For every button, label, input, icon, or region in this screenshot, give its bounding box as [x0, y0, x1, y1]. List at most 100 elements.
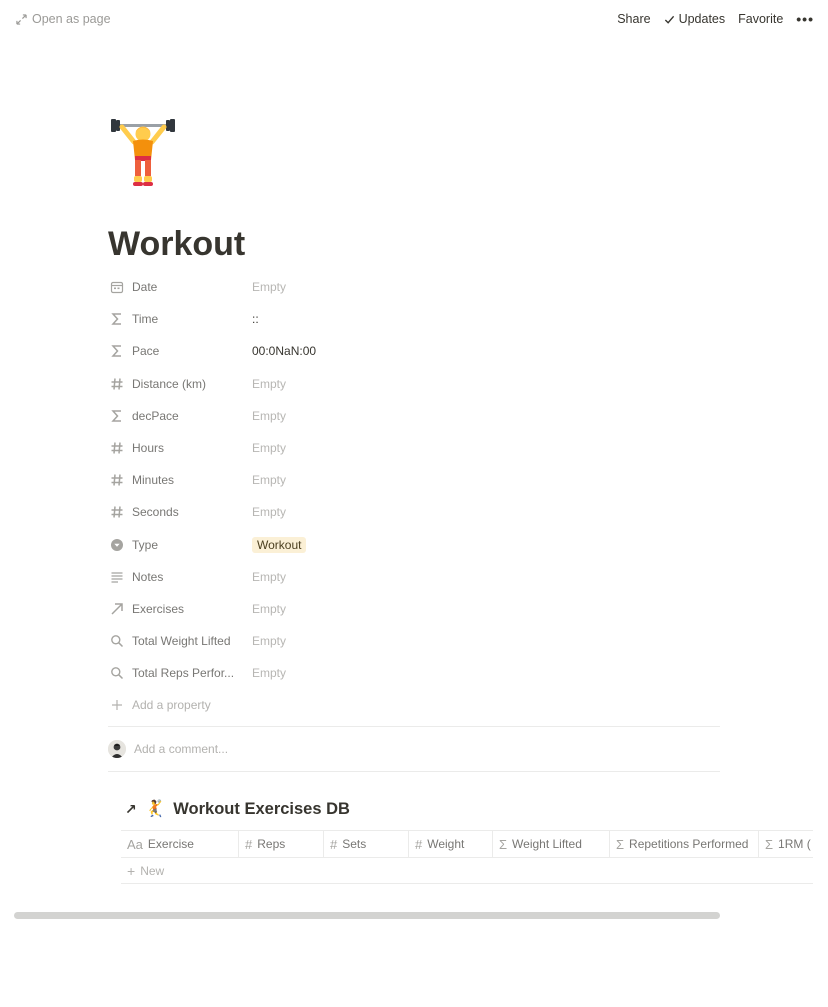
column-type-icon: #: [245, 836, 253, 852]
column-header[interactable]: Aa Exercise: [121, 831, 239, 857]
add-property-button[interactable]: Add a property: [108, 696, 211, 714]
new-row-button[interactable]: + New: [121, 858, 813, 884]
property-value[interactable]: Empty: [252, 473, 286, 487]
checkmark-icon: [664, 15, 674, 24]
property-value[interactable]: Empty: [252, 570, 286, 584]
property-row[interactable]: Type Workout: [108, 529, 720, 561]
property-name[interactable]: Notes: [108, 568, 252, 586]
sigma-icon: [108, 342, 126, 360]
comment-area[interactable]: Add a comment...: [108, 740, 228, 758]
property-value[interactable]: 00:0NaN:00: [252, 344, 316, 358]
property-value-text: Empty: [252, 666, 287, 681]
horizontal-scrollbar[interactable]: [14, 912, 720, 919]
property-value[interactable]: Empty: [252, 634, 286, 648]
property-value[interactable]: Empty: [252, 505, 286, 519]
share-button[interactable]: Share: [617, 12, 650, 26]
column-header-label: Sets: [342, 837, 367, 851]
property-row[interactable]: Exercises Empty: [108, 593, 720, 625]
column-header-label: Reps: [257, 837, 286, 851]
property-row[interactable]: Distance (km) Empty: [108, 368, 720, 400]
sigma-icon: [108, 407, 126, 425]
more-options-icon[interactable]: •••: [796, 12, 814, 26]
select-icon: [108, 536, 126, 554]
property-row[interactable]: Date Empty: [108, 271, 720, 303]
divider: [108, 771, 720, 772]
property-name[interactable]: Seconds: [108, 503, 252, 521]
column-header-label: 1RM (: [778, 837, 811, 851]
column-header[interactable]: Σ Weight Lifted: [493, 831, 610, 857]
column-header[interactable]: # Reps: [239, 831, 324, 857]
property-label: Distance (km): [132, 376, 207, 391]
property-name[interactable]: Type: [108, 536, 252, 554]
property-row[interactable]: Minutes Empty: [108, 464, 720, 496]
property-value-text: Empty: [252, 473, 287, 488]
page-title[interactable]: Workout: [108, 224, 245, 264]
column-type-icon: #: [415, 836, 423, 852]
hash-icon: [108, 471, 126, 489]
person-lifting-weights-icon[interactable]: [108, 116, 178, 188]
property-name[interactable]: Distance (km): [108, 375, 252, 393]
property-name[interactable]: Hours: [108, 439, 252, 457]
property-row[interactable]: Notes Empty: [108, 561, 720, 593]
property-row[interactable]: Time::: [108, 303, 720, 335]
avatar: [108, 740, 126, 758]
property-row[interactable]: Hours Empty: [108, 432, 720, 464]
property-row[interactable]: Seconds Empty: [108, 496, 720, 528]
property-label: Type: [132, 537, 159, 552]
text-lines-icon: [108, 568, 126, 586]
open-as-page-button[interactable]: Open as page: [16, 12, 111, 26]
property-value[interactable]: Empty: [252, 602, 286, 616]
column-type-icon: Σ: [616, 836, 625, 852]
property-name[interactable]: Minutes: [108, 471, 252, 489]
column-header[interactable]: # Sets: [324, 831, 409, 857]
column-header-label: Exercise: [147, 837, 194, 851]
property-label: Time: [132, 312, 159, 327]
property-name[interactable]: Pace: [108, 342, 252, 360]
property-label: Notes: [132, 569, 164, 584]
updates-label: Updates: [678, 12, 726, 26]
property-value-text: Empty: [252, 280, 287, 295]
favorite-label: Favorite: [738, 12, 784, 26]
database-table: Aa Exercise # Reps # Sets # Weight Σ Weight Lifte…: [121, 830, 813, 884]
column-type-icon: Σ: [499, 836, 508, 852]
property-row[interactable]: Pace 00:0NaN:00: [108, 335, 720, 367]
expand-arrow-icon: [16, 13, 27, 25]
database-title[interactable]: ↗ 🤾 Workout Exercises DB: [125, 800, 350, 819]
favorite-button[interactable]: Favorite: [738, 12, 783, 26]
property-label: Date: [132, 280, 158, 295]
add-comment-input[interactable]: Add a comment...: [134, 742, 228, 756]
property-value-text: Empty: [252, 634, 287, 649]
share-label: Share: [617, 12, 651, 26]
property-name[interactable]: decPace: [108, 407, 252, 425]
property-value-text: Empty: [252, 408, 287, 423]
column-header[interactable]: Σ Repetitions Performed: [610, 831, 759, 857]
top-actions: Share Updates Favorite •••: [604, 12, 814, 26]
property-name[interactable]: Date: [108, 278, 252, 296]
column-header[interactable]: # Weight: [409, 831, 493, 857]
column-header-label: Weight Lifted: [512, 837, 582, 851]
property-value[interactable]: Empty: [252, 666, 286, 680]
property-value[interactable]: Empty: [252, 441, 286, 455]
property-value[interactable]: ::: [252, 312, 259, 326]
property-name[interactable]: Exercises: [108, 600, 252, 618]
property-value[interactable]: Workout: [252, 536, 307, 553]
property-name[interactable]: Time: [108, 310, 252, 328]
property-value[interactable]: Empty: [252, 280, 286, 294]
property-value[interactable]: Empty: [252, 409, 286, 423]
database-title-text: Workout Exercises DB: [173, 800, 350, 818]
property-row[interactable]: Total Weight Lifted Empty: [108, 625, 720, 657]
hash-icon: [108, 439, 126, 457]
property-row[interactable]: Total Reps Perfor... Empty: [108, 657, 720, 689]
property-value[interactable]: Empty: [252, 377, 286, 391]
properties-list: Date Empty Time:: Pace 00:0NaN:00 Distance (k…: [108, 271, 720, 689]
table-header: Aa Exercise # Reps # Sets # Weight Σ Weight Lifte…: [121, 830, 813, 858]
property-name[interactable]: Total Weight Lifted: [108, 632, 252, 650]
property-label: Exercises: [132, 601, 185, 616]
property-name[interactable]: Total Reps Perfor...: [108, 664, 252, 682]
handball-icon: 🤾: [144, 800, 166, 818]
property-value-text: ::: [252, 312, 259, 327]
column-header[interactable]: Σ 1RM (: [759, 831, 813, 857]
updates-button[interactable]: Updates: [664, 12, 726, 26]
property-row[interactable]: decPace Empty: [108, 400, 720, 432]
property-value-text: Empty: [252, 569, 287, 584]
